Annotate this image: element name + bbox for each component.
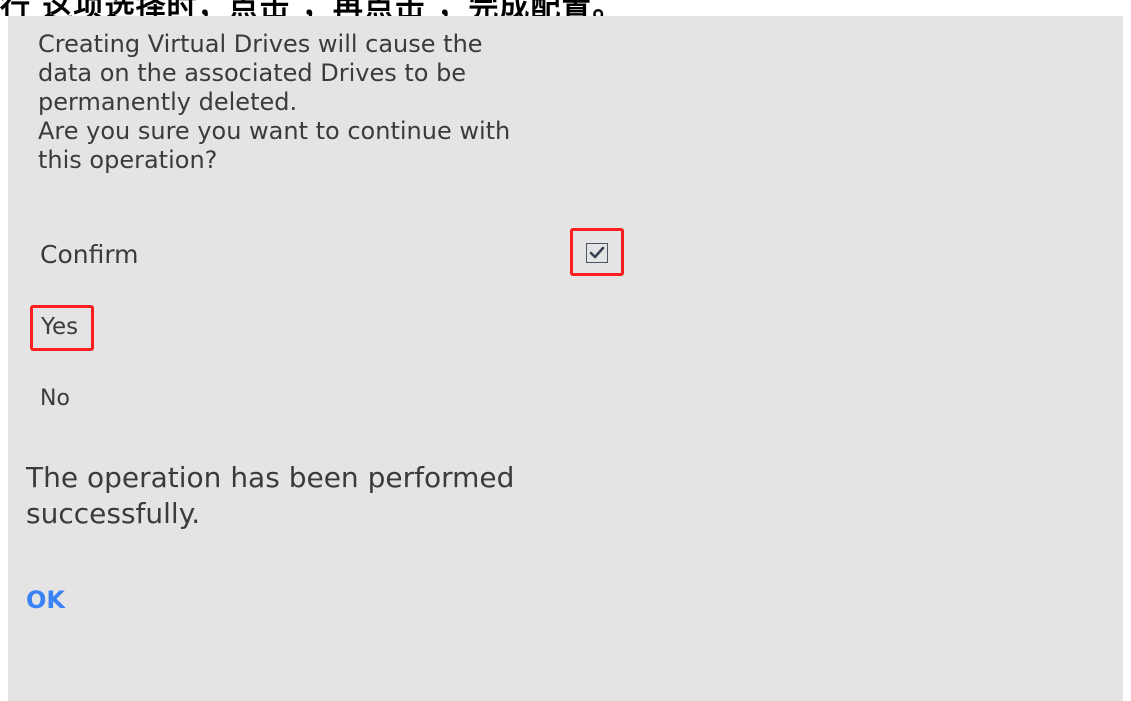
- no-button[interactable]: No: [40, 386, 70, 411]
- ok-button[interactable]: OK: [26, 586, 65, 614]
- yes-highlight-box: Yes: [30, 305, 94, 351]
- caption-text: 行 这项选择时，点击 ，再点击 ，完成配置。: [0, 0, 623, 16]
- confirmation-dialog: Creating Virtual Drives will cause the d…: [8, 16, 1123, 701]
- warning-message: Creating Virtual Drives will cause the d…: [38, 30, 511, 174]
- yes-button[interactable]: Yes: [41, 314, 78, 340]
- checkmark-icon: [589, 246, 605, 259]
- checkbox-highlight-box: [570, 228, 624, 276]
- confirm-label: Confirm: [40, 240, 139, 269]
- top-caption-strip: 行 这项选择时，点击 ，再点击 ，完成配置。: [0, 0, 1131, 16]
- success-message: The operation has been performed success…: [26, 461, 515, 530]
- confirm-checkbox[interactable]: [586, 243, 608, 263]
